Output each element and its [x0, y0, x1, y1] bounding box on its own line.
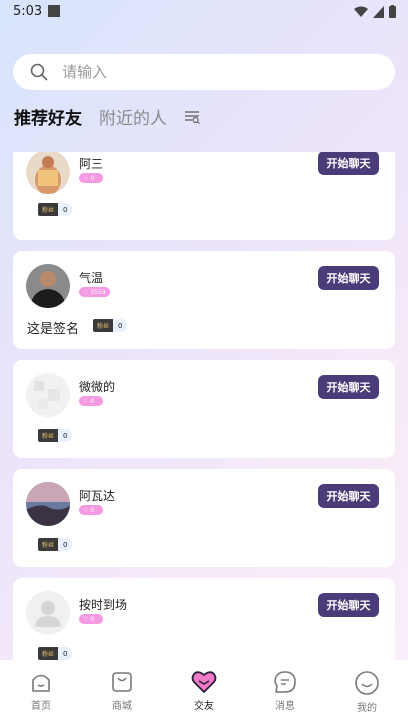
like-count: 0: [90, 615, 95, 623]
like-count: 0: [90, 174, 95, 182]
fans-count: 0: [58, 429, 73, 442]
avatar[interactable]: [26, 373, 70, 417]
signal-icon: [373, 5, 384, 18]
heart-small-icon: ♡: [83, 288, 89, 296]
wifi-icon: [354, 6, 368, 17]
search-input[interactable]: [60, 62, 364, 82]
user-name: 气温: [79, 271, 104, 285]
tab-friends-label: 交友: [194, 701, 214, 712]
user-name: 微微的: [79, 380, 116, 394]
user-card[interactable]: 气温 ♡ 3559 开始聊天 这是签名 粉丝 0: [13, 251, 395, 349]
user-signature: 这是签名: [27, 322, 80, 337]
bottom-tab-bar: 首页 商城 交友 消息 我的: [0, 660, 408, 725]
fans-count: 0: [58, 647, 73, 660]
like-badge: ♡ 3559: [79, 287, 110, 297]
tab-friends[interactable]: 交友: [174, 670, 234, 712]
like-badge: ♡ 0: [79, 396, 103, 406]
friend-tabs: 推荐好友 附近的人: [14, 104, 201, 129]
tab-profile-label: 我的: [357, 703, 377, 714]
user-card[interactable]: 阿瓦达 ♡ 0 开始聊天 粉丝 0: [13, 469, 395, 567]
tab-shop-label: 商城: [112, 701, 132, 712]
heart-small-icon: ♡: [83, 615, 89, 623]
tab-profile[interactable]: 我的: [337, 670, 397, 714]
user-card[interactable]: 阿三 ♡ 0 开始聊天 粉丝 0: [13, 152, 395, 240]
tab-home[interactable]: 首页: [11, 670, 71, 712]
heart-small-icon: ♡: [83, 506, 89, 514]
status-time: 5:03: [13, 4, 43, 19]
avatar[interactable]: [26, 152, 70, 194]
like-badge: ♡ 0: [79, 614, 103, 624]
fans-badge: 粉丝 0: [93, 319, 128, 332]
search-bar[interactable]: [13, 54, 395, 90]
tab-shop[interactable]: 商城: [92, 670, 152, 712]
battery-icon: [389, 5, 396, 18]
fans-label: 粉丝: [38, 538, 59, 551]
heart-small-icon: ♡: [83, 174, 89, 182]
like-count: 0: [90, 506, 95, 514]
fans-label: 粉丝: [38, 647, 59, 660]
start-chat-button[interactable]: 开始聊天: [318, 266, 379, 290]
fans-badge: 粉丝 0: [38, 203, 73, 216]
profile-smile-icon: [355, 671, 379, 695]
start-chat-button[interactable]: 开始聊天: [318, 375, 379, 399]
message-icon: [274, 671, 296, 693]
like-count: 0: [90, 397, 95, 405]
status-icons: [354, 5, 396, 18]
shop-bag-icon: [112, 672, 132, 692]
status-bar: 5:03: [0, 0, 408, 24]
avatar[interactable]: [26, 482, 70, 526]
tab-messages[interactable]: 消息: [255, 670, 315, 712]
fans-badge: 粉丝 0: [38, 647, 73, 660]
heart-icon: [191, 671, 217, 693]
tab-messages-label: 消息: [275, 701, 295, 712]
fans-label: 粉丝: [38, 203, 59, 216]
like-badge: ♡ 0: [79, 505, 103, 515]
user-card[interactable]: 微微的 ♡ 0 开始聊天 粉丝 0: [13, 360, 395, 458]
fans-count: 0: [58, 538, 73, 551]
avatar[interactable]: [26, 264, 70, 308]
start-chat-button[interactable]: 开始聊天: [318, 152, 379, 175]
tab-home-label: 首页: [31, 701, 51, 712]
user-list[interactable]: 阿三 ♡ 0 开始聊天 粉丝 0 气温 ♡ 3559 开始聊天 这是签名 粉丝: [13, 152, 395, 660]
user-name: 阿三: [79, 157, 104, 171]
home-icon: [32, 674, 50, 692]
start-chat-button[interactable]: 开始聊天: [318, 593, 379, 617]
search-icon: [30, 63, 48, 81]
user-name: 阿瓦达: [79, 489, 116, 503]
fans-badge: 粉丝 0: [38, 429, 73, 442]
avatar[interactable]: [26, 591, 70, 635]
like-badge: ♡ 0: [79, 173, 103, 183]
fans-count: 0: [113, 319, 128, 332]
user-card[interactable]: 按时到场 ♡ 0 开始聊天 粉丝 0: [13, 578, 395, 660]
notification-icon: [48, 5, 60, 17]
fans-label: 粉丝: [93, 319, 114, 332]
fans-label: 粉丝: [38, 429, 59, 442]
heart-small-icon: ♡: [83, 397, 89, 405]
start-chat-button[interactable]: 开始聊天: [318, 484, 379, 508]
filter-icon[interactable]: [184, 110, 201, 124]
user-name: 按时到场: [79, 598, 128, 612]
tab-nearby-people[interactable]: 附近的人: [99, 104, 167, 129]
fans-count: 0: [58, 203, 73, 216]
like-count: 3559: [90, 288, 106, 296]
tab-recommended-friends[interactable]: 推荐好友: [14, 104, 82, 129]
fans-badge: 粉丝 0: [38, 538, 73, 551]
